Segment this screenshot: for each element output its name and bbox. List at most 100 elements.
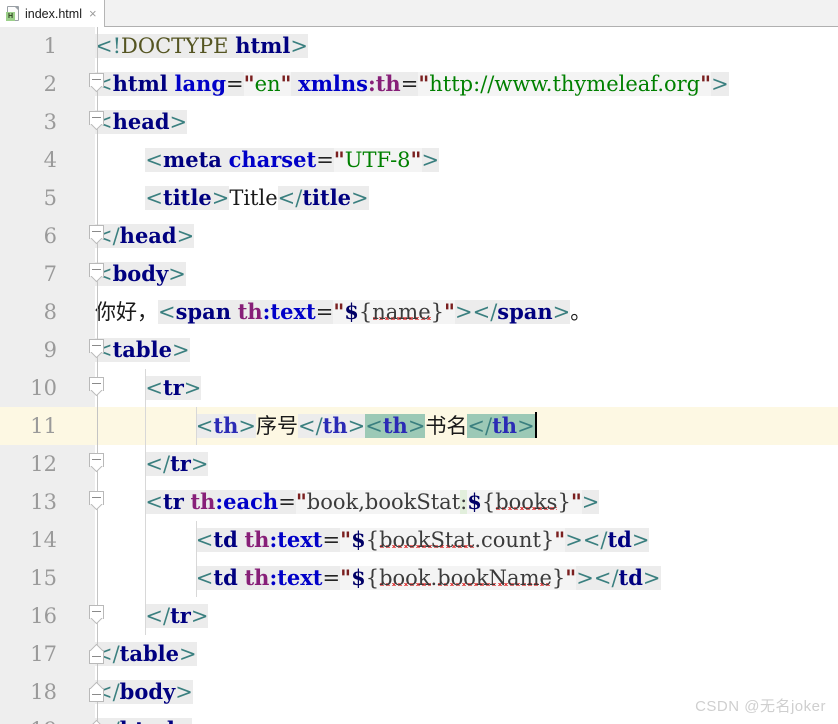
code-line[interactable]: 6 </head> <box>0 217 838 255</box>
line-number: 11 <box>0 407 95 445</box>
code-text[interactable]: <body> <box>95 255 838 293</box>
fold-column[interactable] <box>85 407 111 445</box>
fold-column[interactable] <box>85 711 111 724</box>
line-number: 2 <box>0 65 95 103</box>
code-editor[interactable]: 1<!DOCTYPE html>2<html lang="en" xmlns:t… <box>0 27 838 724</box>
code-line[interactable]: 4 <meta charset="UTF-8"> <box>0 141 838 179</box>
fold-marker-collapse[interactable] <box>89 377 106 398</box>
line-number: 10 <box>0 369 95 407</box>
fold-column[interactable] <box>85 369 111 407</box>
fold-column[interactable] <box>85 635 111 673</box>
indent-guide <box>145 445 147 483</box>
indent-guide <box>145 521 147 559</box>
indent-guide <box>145 407 147 445</box>
line-number: 15 <box>0 559 95 597</box>
fold-column[interactable] <box>85 217 111 255</box>
fold-column[interactable] <box>85 559 111 597</box>
code-line[interactable]: 17 </table> <box>0 635 838 673</box>
fold-marker-collapse[interactable] <box>89 73 106 94</box>
fold-column[interactable] <box>85 65 111 103</box>
fold-column[interactable] <box>85 27 111 65</box>
code-line[interactable]: 7<body> <box>0 255 838 293</box>
line-number: 5 <box>0 179 95 217</box>
code-line[interactable]: 13 <tr th:each="book,bookStat:${books}"> <box>0 483 838 521</box>
line-number: 8 <box>0 293 95 331</box>
line-number: 13 <box>0 483 95 521</box>
code-line[interactable]: 3<head> <box>0 103 838 141</box>
fold-column[interactable] <box>85 331 111 369</box>
indent-guide <box>145 483 147 521</box>
fold-marker-collapse[interactable] <box>89 491 106 512</box>
fold-column[interactable] <box>85 445 111 483</box>
line-number: 9 <box>0 331 95 369</box>
code-text[interactable]: <title>Title</title> <box>95 179 838 217</box>
line-number: 17 <box>0 635 95 673</box>
indent-guide <box>145 369 147 407</box>
code-line[interactable]: 16 </tr> <box>0 597 838 635</box>
code-text[interactable]: </tr> <box>95 597 838 635</box>
code-line[interactable]: 11 <th>序号</th><th>书名</th> <box>0 407 838 445</box>
close-icon[interactable]: × <box>87 7 97 20</box>
indent-guide <box>195 559 197 597</box>
fold-marker-collapse[interactable] <box>89 453 106 474</box>
fold-column[interactable] <box>85 255 111 293</box>
fold-marker-collapse[interactable] <box>89 111 106 132</box>
code-text[interactable]: <tr th:each="book,bookStat:${books}"> <box>95 483 838 521</box>
code-line[interactable]: 1 <!DOCTYPE html> <box>0 27 838 65</box>
indent-guide <box>195 521 197 559</box>
editor-tab-bar: H index.html × <box>0 0 838 27</box>
fold-marker-collapse[interactable] <box>89 605 106 626</box>
code-text[interactable]: <head> <box>95 103 838 141</box>
tab-label: index.html <box>25 6 82 21</box>
code-line[interactable]: 12 </tr> <box>0 445 838 483</box>
code-text[interactable]: <th>序号</th><th>书名</th> <box>95 407 838 445</box>
code-text[interactable]: <!DOCTYPE html> <box>95 27 838 65</box>
fold-marker-collapse[interactable] <box>89 225 106 246</box>
code-line[interactable]: 8 你好，<span th:text="${name}"></span>。 <box>0 293 838 331</box>
fold-marker-collapse[interactable] <box>89 643 106 664</box>
fold-column[interactable] <box>85 103 111 141</box>
code-line[interactable]: 2<html lang="en" xmlns:th="http://www.th… <box>0 65 838 103</box>
code-line[interactable]: 14 <td th:text="${bookStat.count}"></td> <box>0 521 838 559</box>
code-text[interactable]: <tr> <box>95 369 838 407</box>
line-number: 6 <box>0 217 95 255</box>
fold-marker-collapse[interactable] <box>89 263 106 284</box>
tab-bar-empty-area <box>104 0 838 26</box>
code-text[interactable]: 你好，<span th:text="${name}"></span>。 <box>95 293 838 331</box>
line-number: 18 <box>0 673 95 711</box>
line-number: 3 <box>0 103 95 141</box>
line-number: 12 <box>0 445 95 483</box>
fold-column[interactable] <box>85 521 111 559</box>
code-line[interactable]: 10 <tr> <box>0 369 838 407</box>
line-number: 19 <box>0 711 95 724</box>
code-line[interactable]: 15 <td th:text="${book.bookName}"></td> <box>0 559 838 597</box>
text-caret <box>534 412 537 438</box>
code-line[interactable]: 5 <title>Title</title> <box>0 179 838 217</box>
code-text[interactable]: </tr> <box>95 445 838 483</box>
watermark: CSDN @无名joker <box>695 698 826 715</box>
code-text[interactable]: <td th:text="${bookStat.count}"></td> <box>95 521 838 559</box>
fold-column[interactable] <box>85 673 111 711</box>
fold-column[interactable] <box>85 293 111 331</box>
fold-marker-collapse[interactable] <box>89 681 106 702</box>
fold-column[interactable] <box>85 597 111 635</box>
fold-marker-collapse[interactable] <box>89 719 106 724</box>
fold-marker-collapse[interactable] <box>89 339 106 360</box>
html-file-icon: H <box>6 6 20 21</box>
code-line[interactable]: 9<table> <box>0 331 838 369</box>
line-number: 7 <box>0 255 95 293</box>
code-text[interactable]: <html lang="en" xmlns:th="http://www.thy… <box>95 65 838 103</box>
fold-column[interactable] <box>85 483 111 521</box>
indent-guide <box>195 407 197 445</box>
code-text[interactable]: <table> <box>95 331 838 369</box>
code-text[interactable]: <meta charset="UTF-8"> <box>95 141 838 179</box>
code-text[interactable]: </table> <box>95 635 838 673</box>
tab-index-html[interactable]: H index.html × <box>0 0 105 27</box>
line-number: 1 <box>0 27 95 65</box>
indent-guide <box>145 597 147 635</box>
fold-column[interactable] <box>85 141 111 179</box>
code-text[interactable]: </head> <box>95 217 838 255</box>
code-text[interactable]: <td th:text="${book.bookName}"></td> <box>95 559 838 597</box>
fold-column[interactable] <box>85 179 111 217</box>
code-lines-container[interactable]: 1<!DOCTYPE html>2<html lang="en" xmlns:t… <box>0 27 838 724</box>
